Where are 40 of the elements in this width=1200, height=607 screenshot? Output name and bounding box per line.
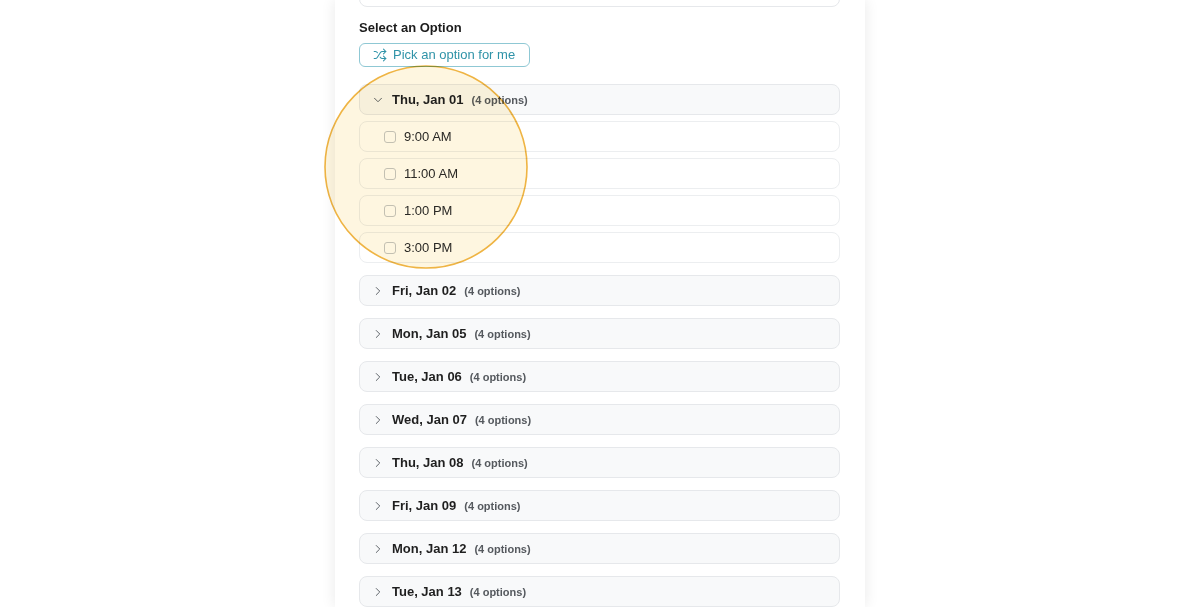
option-count: (4 options) (464, 284, 521, 297)
date-label: Thu, Jan 01 (392, 92, 464, 107)
option-count: (4 options) (471, 456, 528, 469)
date-label: Tue, Jan 13 (392, 584, 462, 599)
option-count: (4 options) (474, 413, 532, 426)
date-group-header[interactable]: Wed, Jan 07 (4 options) (359, 404, 840, 435)
time-label: 3:00 PM (404, 240, 453, 255)
option-count: (4 options) (474, 327, 531, 340)
option-count: (4 options) (469, 370, 527, 383)
date-group-header[interactable]: Mon, Jan 05 (4 options) (359, 318, 840, 349)
option-count: (4 options) (464, 499, 521, 512)
date-group-header[interactable]: Fri, Jan 02 (4 options) (359, 275, 840, 306)
date-group-header[interactable]: Tue, Jan 13 (4 options) (359, 576, 840, 607)
time-option[interactable]: 9:00 AM (359, 121, 840, 152)
time-option[interactable]: 1:00 PM (359, 195, 840, 226)
date-label: Fri, Jan 09 (392, 498, 457, 513)
date-group-header[interactable]: Fri, Jan 09 (4 options) (359, 490, 840, 521)
shuffle-icon (373, 48, 387, 62)
date-label: Wed, Jan 07 (392, 412, 467, 427)
date-label: Mon, Jan 12 (392, 541, 467, 556)
date-label: Fri, Jan 02 (392, 283, 457, 298)
checkbox[interactable] (384, 130, 396, 143)
option-count: (4 options) (469, 585, 527, 598)
date-group-header[interactable]: Thu, Jan 08 (4 options) (359, 447, 840, 478)
time-label: 9:00 AM (404, 129, 452, 144)
date-label: Thu, Jan 08 (392, 455, 464, 470)
pick-option-button[interactable]: Pick an option for me (359, 43, 531, 67)
checkbox[interactable] (384, 241, 396, 254)
checkbox[interactable] (384, 204, 396, 217)
time-option[interactable]: 11:00 AM (359, 158, 840, 189)
time-label: 1:00 PM (404, 203, 453, 218)
section-title: Select an Option (359, 20, 462, 36)
date-label: Tue, Jan 06 (392, 369, 462, 384)
date-label: Mon, Jan 05 (392, 326, 467, 341)
date-group-header[interactable]: Tue, Jan 06 (4 options) (359, 361, 840, 392)
date-group-header[interactable]: Mon, Jan 12 (4 options) (359, 533, 840, 564)
option-count: (4 options) (474, 542, 531, 555)
time-option[interactable]: 3:00 PM (359, 232, 840, 263)
checkbox[interactable] (384, 167, 396, 180)
time-label: 11:00 AM (404, 166, 458, 181)
